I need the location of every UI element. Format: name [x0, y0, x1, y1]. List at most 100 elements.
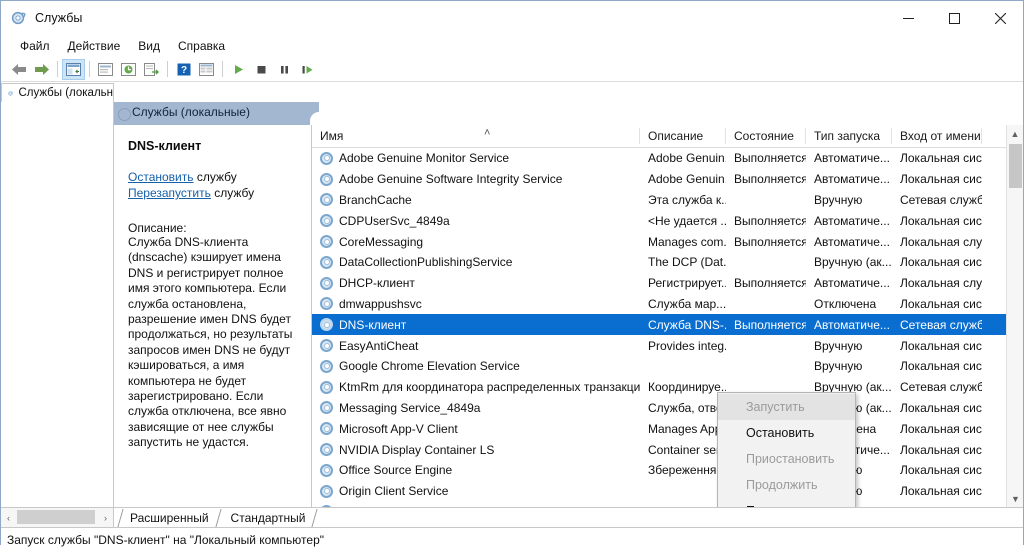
- tree-tab-services-local[interactable]: Службы (локальн: [1, 83, 114, 102]
- service-name-cell: Microsoft App-V Client: [312, 422, 640, 436]
- service-state-cell: Выполняется: [726, 276, 806, 290]
- service-gear-icon: [320, 443, 333, 456]
- table-row[interactable]: Google Chrome Elevation ServiceВручнуюЛо…: [312, 356, 1023, 377]
- window-title: Службы: [35, 11, 82, 25]
- stop-service-link[interactable]: Остановить: [128, 170, 194, 184]
- minimize-button[interactable]: [885, 1, 931, 35]
- table-row[interactable]: Microsoft App-V ClientManages App...Откл…: [312, 418, 1023, 439]
- properties-icon[interactable]: [94, 59, 117, 80]
- column-header-startup[interactable]: Тип запуска: [806, 125, 892, 147]
- table-row[interactable]: Origin Web Helper ServiceВыполняетсяАвто…: [312, 502, 1023, 507]
- tab-slant-left: [117, 509, 123, 527]
- service-name-label: Messaging Service_4849a: [339, 401, 480, 415]
- close-button[interactable]: [977, 1, 1023, 35]
- table-row[interactable]: Adobe Genuine Software Integrity Service…: [312, 169, 1023, 190]
- main-split: Службы (локальные) DNS-клиент Остановить…: [1, 102, 1023, 507]
- table-row[interactable]: KtmRm для координатора распределенных тр…: [312, 377, 1023, 398]
- column-header-logon[interactable]: Вход от имени: [892, 125, 982, 147]
- service-logon-cell: Локальная сис...: [892, 339, 982, 353]
- list-rows: Adobe Genuine Monitor ServiceAdobe Genui…: [312, 148, 1023, 507]
- service-description-cell: Manages App...: [640, 422, 726, 436]
- status-bar: Запуск службы "DNS-клиент" на "Локальный…: [1, 527, 1023, 551]
- table-row[interactable]: Messaging Service_4849aСлужба, отве...Вр…: [312, 398, 1023, 419]
- services-list: Имя ˄ Описание Состояние Тип запуска Вхо…: [312, 125, 1023, 507]
- menu-view[interactable]: Вид: [129, 37, 169, 55]
- table-row[interactable]: NVIDIA Display Container LSContainer ser…: [312, 439, 1023, 460]
- service-gear-icon: [320, 401, 333, 414]
- column-header-description[interactable]: Описание: [640, 125, 726, 147]
- stop-service-action[interactable]: Остановить службу: [128, 169, 299, 185]
- menu-help[interactable]: Справка: [169, 37, 234, 55]
- restart-service-link[interactable]: Перезапустить: [128, 186, 211, 200]
- tree-horizontal-scrollbar[interactable]: ‹ ›: [1, 508, 114, 527]
- restart-service-action[interactable]: Перезапустить службу: [128, 185, 299, 201]
- column-header-name[interactable]: Имя ˄: [312, 125, 640, 147]
- show-hide-tree-icon[interactable]: [62, 59, 85, 80]
- table-row[interactable]: DataCollectionPublishingServiceThe DCP (…: [312, 252, 1023, 273]
- context-menu-item[interactable]: Остановить: [718, 420, 855, 446]
- service-logon-cell: Локальная сис...: [892, 172, 982, 186]
- export-list-icon[interactable]: [140, 59, 163, 80]
- tab-extended[interactable]: Расширенный: [120, 509, 221, 527]
- toolbar-separator: [167, 61, 168, 77]
- table-row[interactable]: BranchCacheЭта служба к...ВручнуюСетевая…: [312, 190, 1023, 211]
- context-menu-item[interactable]: Перезапустить: [718, 498, 855, 507]
- window-controls: [885, 1, 1023, 35]
- service-description-cell: Manages com...: [640, 235, 726, 249]
- table-row[interactable]: dmwappushsvcСлужба мар...ОтключенаЛокаль…: [312, 294, 1023, 315]
- service-name-cell: Origin Web Helper Service: [312, 505, 640, 507]
- service-startup-cell: Автоматиче...: [806, 214, 892, 228]
- refresh-icon[interactable]: [117, 59, 140, 80]
- service-description-cell: Служба DNS-...: [640, 318, 726, 332]
- table-row[interactable]: Adobe Genuine Monitor ServiceAdobe Genui…: [312, 148, 1023, 169]
- service-logon-cell: Сетевая служба: [892, 318, 982, 332]
- results-pane-title: Службы (локальные): [132, 105, 250, 119]
- table-row[interactable]: EasyAntiCheatProvides integ...ВручнуюЛок…: [312, 335, 1023, 356]
- tab-standard[interactable]: Стандартный: [221, 509, 318, 527]
- hscrollbar-thumb[interactable]: [17, 510, 95, 524]
- service-context-menu: ЗапуститьОстановитьПриостановитьПродолжи…: [717, 392, 856, 507]
- service-gear-icon: [320, 193, 333, 206]
- service-name-cell: CoreMessaging: [312, 235, 640, 249]
- start-service-icon[interactable]: [227, 59, 250, 80]
- back-icon[interactable]: [7, 59, 30, 80]
- forward-icon[interactable]: [30, 59, 53, 80]
- service-name-cell: NVIDIA Display Container LS: [312, 443, 640, 457]
- help-icon[interactable]: ?: [172, 59, 195, 80]
- tab-standard-label: Стандартный: [231, 511, 306, 525]
- service-gear-icon: [320, 360, 333, 373]
- toolbar-separator: [89, 61, 90, 77]
- column-header-state[interactable]: Состояние: [726, 125, 806, 147]
- hscroll-right-arrow-icon[interactable]: ›: [98, 513, 113, 523]
- list-vertical-scrollbar[interactable]: ▲ ▼: [1006, 125, 1023, 507]
- context-menu-item-label: Запустить: [746, 400, 805, 414]
- scroll-down-arrow-icon[interactable]: ▼: [1007, 490, 1023, 507]
- pause-service-icon[interactable]: [273, 59, 296, 80]
- context-menu-item: Запустить: [718, 394, 855, 420]
- service-name-cell: DNS-клиент: [312, 318, 640, 332]
- table-row[interactable]: DNS-клиентСлужба DNS-...ВыполняетсяАвтом…: [312, 314, 1023, 335]
- menu-file[interactable]: Файл: [11, 37, 59, 55]
- service-startup-cell: Вручную: [806, 359, 892, 373]
- service-name-label: CDPUserSvc_4849a: [339, 214, 450, 228]
- table-row[interactable]: Origin Client ServiceВручнуюЛокальная си…: [312, 481, 1023, 502]
- selected-service-title: DNS-клиент: [128, 139, 299, 153]
- table-row[interactable]: CDPUserSvc_4849a<Не удается ...Выполняет…: [312, 210, 1023, 231]
- service-name-cell: dmwappushsvc: [312, 297, 640, 311]
- stop-service-icon[interactable]: [250, 59, 273, 80]
- results-pane: Службы (локальные) DNS-клиент Остановить…: [114, 102, 1023, 507]
- maximize-button[interactable]: [931, 1, 977, 35]
- service-state-cell: Выполняется: [726, 172, 806, 186]
- hscroll-left-arrow-icon[interactable]: ‹: [1, 513, 16, 523]
- service-startup-cell: Автоматиче...: [806, 235, 892, 249]
- table-row[interactable]: Office Source EngineЗбереження і...Вручн…: [312, 460, 1023, 481]
- service-name-label: Origin Client Service: [339, 484, 448, 498]
- scroll-up-arrow-icon[interactable]: ▲: [1007, 125, 1023, 142]
- table-row[interactable]: DHCP-клиентРегистрирует...ВыполняетсяАвт…: [312, 273, 1023, 294]
- context-menu-item-label: Приостановить: [746, 452, 834, 466]
- restart-service-icon[interactable]: [296, 59, 319, 80]
- menu-action[interactable]: Действие: [59, 37, 130, 55]
- scrollbar-thumb[interactable]: [1009, 144, 1022, 188]
- table-row[interactable]: CoreMessagingManages com...ВыполняетсяАв…: [312, 231, 1023, 252]
- view-icon[interactable]: [195, 59, 218, 80]
